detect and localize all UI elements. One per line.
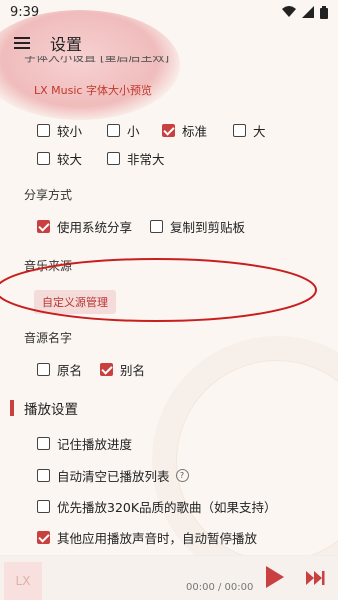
checkbox-icon[interactable] — [37, 152, 50, 165]
help-icon[interactable]: ? — [175, 469, 189, 482]
share-section-title: 分享方式 — [24, 188, 73, 202]
playback-remember-progress[interactable]: 记住播放进度 — [37, 434, 132, 453]
checkbox-checked-icon[interactable] — [162, 124, 175, 137]
playback-prefer-320k[interactable]: 优先播放320K品质的歌曲（如果支持） — [37, 497, 277, 516]
checkbox-icon[interactable] — [107, 124, 120, 137]
checkbox-checked-icon[interactable] — [37, 531, 50, 544]
wifi-icon — [282, 6, 296, 17]
battery-icon — [320, 5, 328, 19]
checkbox-icon[interactable] — [233, 124, 246, 137]
font-option-small[interactable]: 小 — [107, 121, 140, 140]
checkbox-icon[interactable] — [37, 437, 50, 450]
font-option-very-large[interactable]: 非常大 — [107, 149, 165, 168]
font-option-large[interactable]: 大 — [233, 121, 266, 140]
checkbox-icon[interactable] — [107, 152, 120, 165]
album-cover[interactable]: LX — [4, 562, 42, 600]
source-name-original[interactable]: 原名 — [37, 360, 82, 379]
playback-auto-clear[interactable]: 自动清空已播放列表 ? — [37, 466, 189, 485]
checkbox-checked-icon[interactable] — [37, 220, 50, 233]
source-name-section-title: 音源名字 — [24, 331, 73, 345]
playback-section-header: 播放设置 — [10, 398, 78, 418]
status-bar: 9:39 — [0, 0, 338, 24]
player-bar: LX 00:00 / 00:00 — [0, 555, 338, 600]
checkbox-icon[interactable] — [37, 500, 50, 513]
font-option-larger[interactable]: 较大 — [37, 149, 82, 168]
font-preview-text: LX Music 字体大小预览 — [34, 84, 152, 97]
checkbox-checked-icon[interactable] — [100, 363, 113, 376]
play-icon[interactable] — [266, 566, 284, 588]
page-title: 设置 — [50, 35, 83, 54]
checkbox-icon[interactable] — [37, 363, 50, 376]
font-option-smaller[interactable]: 较小 — [37, 121, 82, 140]
checkbox-icon[interactable] — [37, 469, 50, 482]
status-icons — [282, 5, 328, 19]
playback-auto-pause[interactable]: 其他应用播放声音时，自动暂停播放 — [37, 528, 257, 547]
source-name-alias[interactable]: 别名 — [100, 360, 145, 379]
checkbox-icon[interactable] — [37, 124, 50, 137]
next-track-icon[interactable] — [305, 570, 325, 586]
playback-time: 00:00 / 00:00 — [186, 582, 254, 593]
status-time: 9:39 — [10, 4, 40, 20]
share-option-clipboard[interactable]: 复制到剪贴板 — [150, 217, 245, 236]
app-bar: 设置 — [0, 26, 338, 60]
share-option-system[interactable]: 使用系统分享 — [37, 217, 132, 236]
highlight-ellipse — [0, 258, 317, 322]
menu-icon[interactable] — [14, 37, 30, 49]
signal-icon — [302, 6, 314, 18]
section-accent-bar — [10, 400, 14, 416]
checkbox-icon[interactable] — [150, 220, 163, 233]
font-option-standard[interactable]: 标准 — [162, 121, 207, 140]
